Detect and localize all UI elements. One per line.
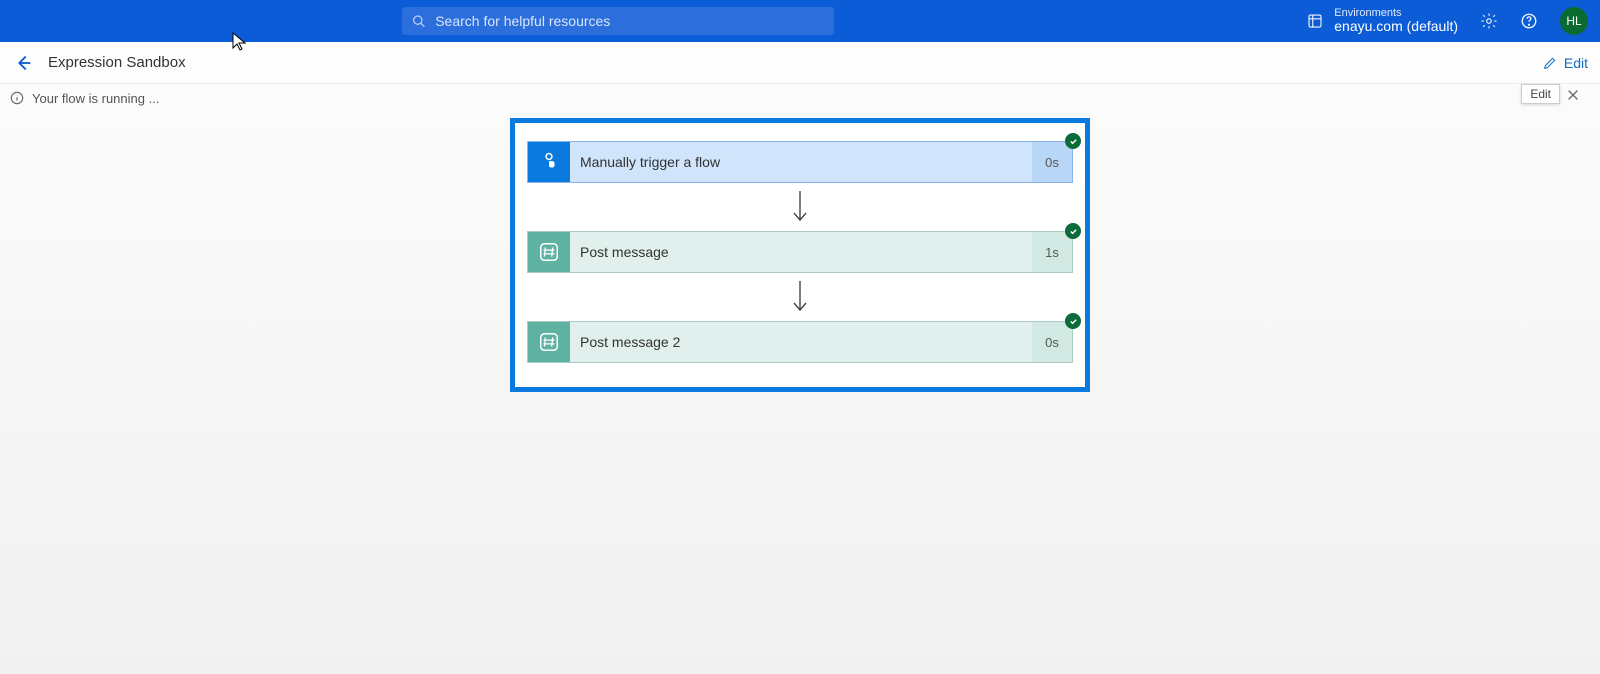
step-duration: 0s (1032, 322, 1072, 362)
touch-icon (538, 151, 560, 173)
help-icon[interactable] (1520, 12, 1538, 30)
gear-icon[interactable] (1480, 12, 1498, 30)
action-icon-cell (528, 322, 570, 362)
environment-picker[interactable]: Environments enayu.com (default) (1306, 7, 1458, 34)
check-icon (1069, 317, 1078, 326)
trigger-icon-cell (528, 142, 570, 182)
arrow-down-icon (789, 279, 811, 315)
arrow-down-icon (789, 189, 811, 225)
pencil-icon (1542, 55, 1558, 71)
success-badge (1065, 313, 1081, 329)
step-label: Manually trigger a flow (570, 142, 1032, 182)
success-badge (1065, 223, 1081, 239)
edit-label: Edit (1564, 55, 1588, 71)
check-icon (1069, 227, 1078, 236)
back-button[interactable] (12, 52, 34, 74)
hash-icon (538, 331, 560, 353)
step-duration: 0s (1032, 142, 1072, 182)
flow-canvas: Manually trigger a flow 0s Post message … (510, 118, 1090, 392)
info-icon (10, 91, 24, 105)
status-bar: Your flow is running ... Edit (0, 84, 1600, 112)
avatar[interactable]: HL (1560, 7, 1588, 35)
search-box[interactable] (402, 7, 834, 35)
environment-name: enayu.com (default) (1334, 19, 1458, 34)
check-icon (1069, 137, 1078, 146)
search-input[interactable] (435, 13, 824, 29)
success-badge (1065, 133, 1081, 149)
step-duration: 1s (1032, 232, 1072, 272)
flow-step-action[interactable]: Post message 1s (527, 231, 1073, 273)
top-bar: Environments enayu.com (default) HL (0, 0, 1600, 42)
hash-icon (538, 241, 560, 263)
flow-step-action[interactable]: Post message 2 0s (527, 321, 1073, 363)
topbar-right: Environments enayu.com (default) HL (1306, 7, 1588, 35)
environment-icon (1306, 12, 1324, 30)
step-label: Post message 2 (570, 322, 1032, 362)
arrow-left-icon (12, 52, 34, 74)
step-label: Post message (570, 232, 1032, 272)
search-icon (412, 14, 425, 28)
action-icon-cell (528, 232, 570, 272)
edit-button[interactable]: Edit (1542, 55, 1588, 71)
close-icon[interactable] (1566, 88, 1580, 102)
environment-text: Environments enayu.com (default) (1334, 7, 1458, 34)
edit-tooltip: Edit (1521, 84, 1560, 104)
page-title: Expression Sandbox (48, 54, 186, 71)
sub-bar: Expression Sandbox Edit (0, 42, 1600, 84)
flow-step-trigger[interactable]: Manually trigger a flow 0s (527, 141, 1073, 183)
status-text: Your flow is running ... (32, 91, 159, 106)
